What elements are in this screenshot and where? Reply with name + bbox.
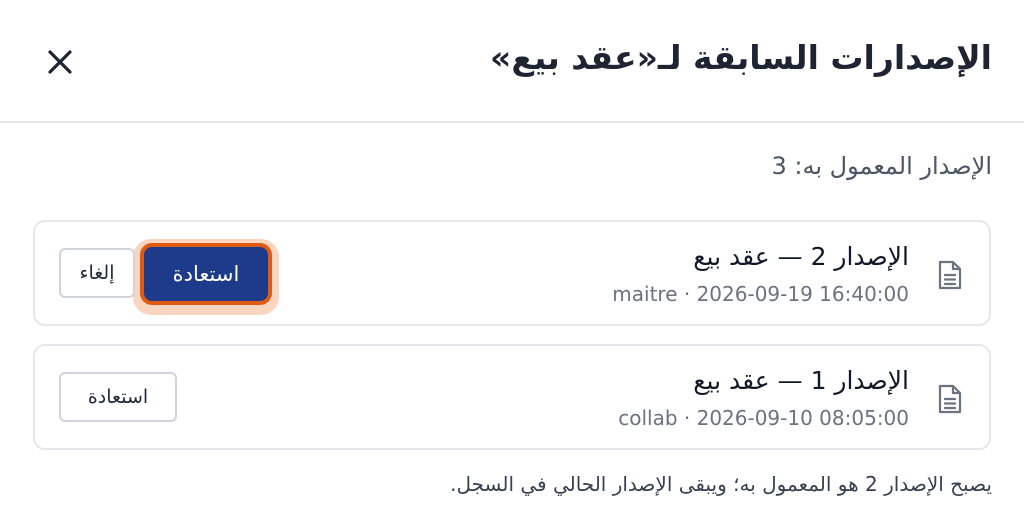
version-item: الإصدار 1 — عقد بيع collab · 2026-09-10 … [33,344,991,450]
version-title: الإصدار 1 — عقد بيع [693,366,909,395]
version-meta: maitre · 2026-09-19 16:40:00 [612,282,909,306]
cancel-button-label: إلغاء [79,262,115,284]
current-version-text: الإصدار المعمول به: 3 [771,152,992,180]
restore-button-label: استعادة [172,262,240,286]
version-title: الإصدار 2 — عقد بيع [693,242,909,271]
close-button[interactable] [40,42,80,82]
version-item: الإصدار 2 — عقد بيع maitre · 2026-09-19 … [33,220,991,326]
document-icon [938,260,962,290]
dialog-header: الإصدارات السابقة لـ«عقد بيع» [0,0,1024,123]
footer-note: يصبح الإصدار 2 هو المعمول به؛ ويبقى الإص… [450,472,992,496]
dialog-title: الإصدارات السابقة لـ«عقد بيع» [490,38,992,77]
restore-button[interactable]: استعادة [140,243,272,305]
restore-button-label: استعادة [87,386,149,408]
close-icon [48,50,72,74]
restore-button[interactable]: استعادة [59,372,177,422]
version-meta: collab · 2026-09-10 08:05:00 [618,406,909,430]
cancel-button[interactable]: إلغاء [59,248,135,298]
version-history-dialog: الإصدارات السابقة لـ«عقد بيع» الإصدار ال… [0,0,1024,530]
document-icon [938,384,962,414]
